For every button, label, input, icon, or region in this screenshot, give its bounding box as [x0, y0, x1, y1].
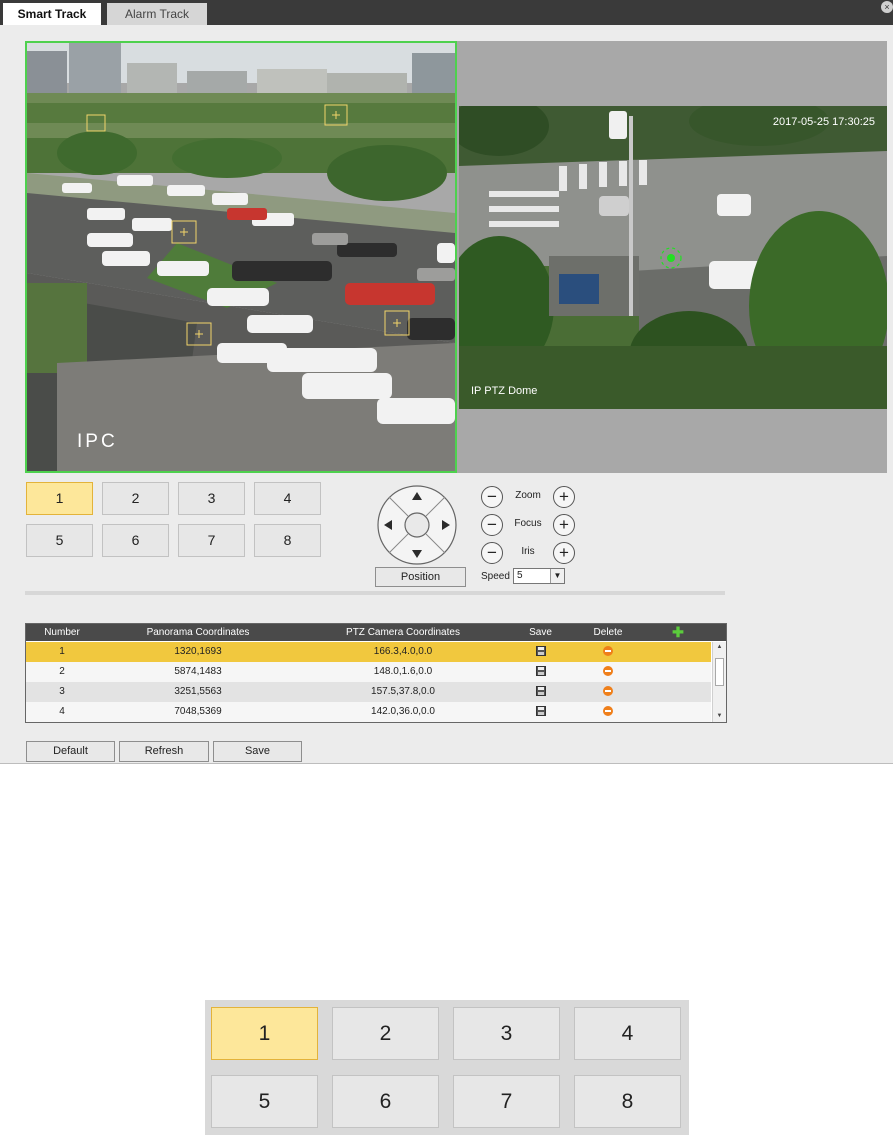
speed-select[interactable]: 5 ▼ [513, 568, 565, 584]
row-number: 4 [59, 706, 65, 717]
row-panorama: 3251,5563 [174, 686, 222, 697]
tab-smart-track[interactable]: Smart Track [3, 3, 101, 25]
save-row-button[interactable] [508, 682, 573, 702]
delete-row-button[interactable] [573, 662, 643, 682]
delete-icon[interactable] [603, 666, 613, 677]
preset-table: Number Panorama Coordinates PTZ Camera C… [25, 623, 727, 723]
tab-alarm-track[interactable]: Alarm Track [107, 3, 207, 25]
ipc-video-view[interactable]: IPC [25, 41, 457, 473]
save-icon[interactable] [535, 706, 546, 717]
table-row[interactable]: 2 5874,1483 148.0,1.6,0.0 [26, 662, 711, 682]
tracking-target-marker [667, 254, 675, 262]
delete-row-button[interactable] [573, 682, 643, 702]
zoom-out-button[interactable]: − [481, 486, 503, 508]
zoom-preset-button-6[interactable]: 6 [332, 1075, 439, 1128]
row-number: 2 [59, 666, 65, 677]
row-panorama: 1320,1693 [174, 646, 222, 657]
close-icon[interactable]: × [881, 1, 893, 13]
delete-icon[interactable] [603, 686, 613, 697]
scroll-up-icon[interactable]: ▲ [713, 642, 726, 653]
focus-near-button[interactable]: − [481, 514, 503, 536]
iris-label: Iris [521, 546, 535, 557]
panel-bottom-border [0, 763, 893, 764]
preset-button-7[interactable]: 7 [178, 524, 245, 557]
position-button[interactable]: Position [375, 567, 466, 587]
save-row-button[interactable] [508, 642, 573, 662]
scroll-thumb[interactable] [715, 658, 724, 686]
section-divider [25, 591, 725, 595]
table-scrollbar[interactable]: ▲ ▼ [712, 642, 726, 722]
iris-close-button[interactable]: − [481, 542, 503, 564]
zoom-preset-button-7[interactable]: 7 [453, 1075, 560, 1128]
save-icon[interactable] [535, 686, 546, 697]
table-row[interactable]: 1 1320,1693 166.3,4.0,0.0 [26, 642, 711, 662]
delete-row-button[interactable] [573, 642, 643, 662]
zoom-preset-button-3[interactable]: 3 [453, 1007, 560, 1060]
row-number: 1 [59, 646, 65, 657]
ipc-scene-image [27, 43, 455, 471]
preset-button-6[interactable]: 6 [102, 524, 169, 557]
preset-button-1[interactable]: 1 [26, 482, 93, 515]
header-number: Number [44, 627, 80, 638]
delete-icon[interactable] [603, 706, 613, 717]
delete-row-button[interactable] [573, 702, 643, 722]
row-ptz: 166.3,4.0,0.0 [373, 646, 433, 657]
add-icon[interactable]: ✚ [643, 624, 713, 641]
row-ptz: 148.0,1.6,0.0 [373, 666, 433, 677]
delete-icon[interactable] [603, 646, 613, 657]
header-panorama: Panorama Coordinates [146, 627, 250, 638]
ptz-label: IP PTZ Dome [471, 385, 538, 397]
zoom-label: Zoom [515, 490, 541, 501]
focus-label: Focus [514, 518, 542, 529]
zoom-preset-button-5[interactable]: 5 [211, 1075, 318, 1128]
preset-button-8[interactable]: 8 [254, 524, 321, 557]
table-header: Number Panorama Coordinates PTZ Camera C… [26, 624, 726, 641]
table-row[interactable]: 3 3251,5563 157.5,37.8,0.0 [26, 682, 711, 702]
save-row-button[interactable] [508, 662, 573, 682]
preset-button-2[interactable]: 2 [102, 482, 169, 515]
row-ptz: 142.0,36.0,0.0 [371, 706, 435, 717]
speed-label: Speed [481, 571, 510, 582]
zoom-preset-button-2[interactable]: 2 [332, 1007, 439, 1060]
row-ptz: 157.5,37.8,0.0 [371, 686, 435, 697]
chevron-down-icon[interactable]: ▼ [550, 569, 564, 583]
ipc-label: IPC [77, 431, 118, 452]
zoom-in-button[interactable]: + [553, 486, 575, 508]
ptz-scene-image [459, 106, 887, 409]
ptz-video-view[interactable]: 2017-05-25 17:30:25 IP PTZ Dome [459, 106, 887, 409]
table-row[interactable]: 4 7048,5369 142.0,36.0,0.0 [26, 702, 711, 722]
scroll-down-icon[interactable]: ▼ [713, 711, 726, 722]
row-number: 3 [59, 686, 65, 697]
preset-buttons-zoom: 1 2 3 4 5 6 7 8 [205, 1000, 689, 1135]
header-delete: Delete [593, 627, 623, 638]
header-save: Save [529, 627, 552, 638]
speed-value: 5 [517, 570, 523, 581]
row-panorama: 7048,5369 [174, 706, 222, 717]
header-ptz: PTZ Camera Coordinates [346, 627, 460, 638]
zoom-preset-button-8[interactable]: 8 [574, 1075, 681, 1128]
save-row-button[interactable] [508, 702, 573, 722]
zoom-preset-button-4[interactable]: 4 [574, 1007, 681, 1060]
tab-bar: Smart Track Alarm Track × [0, 0, 893, 25]
iris-open-button[interactable]: + [553, 542, 575, 564]
refresh-button[interactable]: Refresh [119, 741, 209, 762]
preset-button-5[interactable]: 5 [26, 524, 93, 557]
save-button[interactable]: Save [213, 741, 302, 762]
focus-far-button[interactable]: + [553, 514, 575, 536]
preset-button-3[interactable]: 3 [178, 482, 245, 515]
preset-button-4[interactable]: 4 [254, 482, 321, 515]
save-icon[interactable] [535, 666, 546, 677]
ptz-timestamp: 2017-05-25 17:30:25 [772, 116, 875, 128]
ptz-direction-pad[interactable] [375, 485, 459, 565]
zoom-preset-button-1[interactable]: 1 [211, 1007, 318, 1060]
save-icon[interactable] [535, 646, 546, 657]
default-button[interactable]: Default [26, 741, 115, 762]
row-panorama: 5874,1483 [174, 666, 222, 677]
